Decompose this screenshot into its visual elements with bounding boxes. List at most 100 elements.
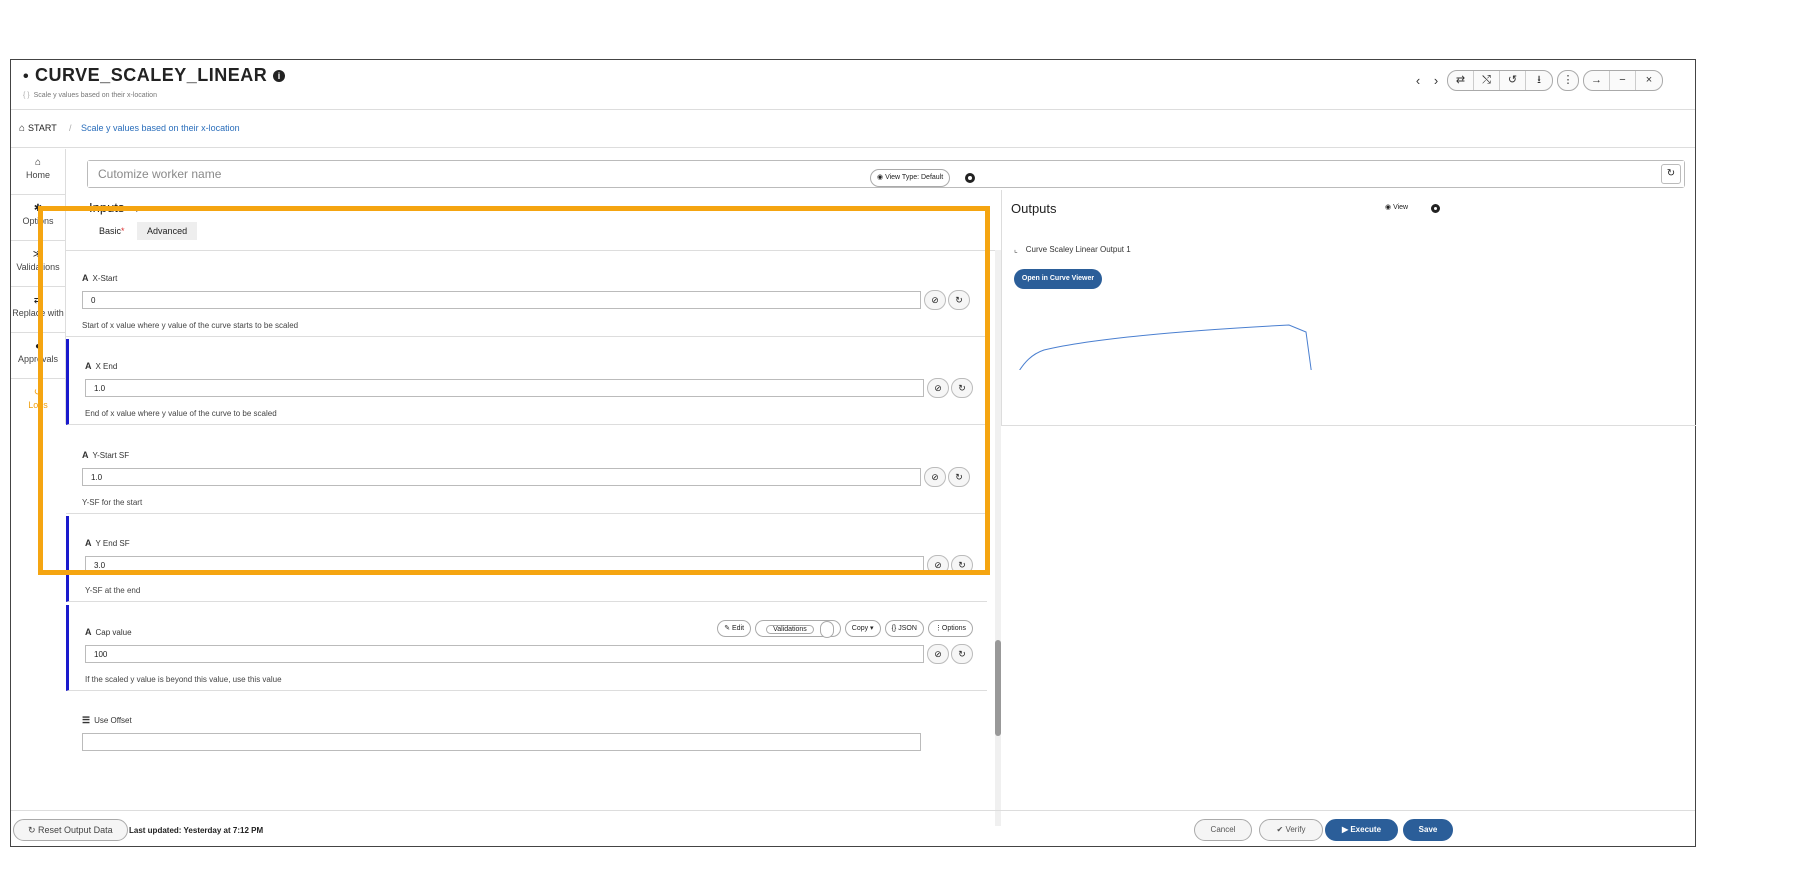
outputs-heading: Outputs: [1011, 201, 1057, 216]
field-x-end: AX End 1.0 ⊘ ↻ End of x value where y va…: [66, 339, 987, 425]
tab-basic[interactable]: Basic*: [89, 222, 135, 240]
attach-icon[interactable]: ⊘: [927, 378, 949, 398]
home-icon: ⌂: [19, 123, 26, 134]
info-icon[interactable]: i: [273, 70, 286, 83]
sidebar-item-validations[interactable]: ≫ Validations: [11, 241, 65, 287]
field-label: AX End: [85, 361, 118, 371]
sidebar-item-approvals[interactable]: ● Approvals: [11, 333, 65, 379]
curve-line: [1019, 324, 1312, 370]
swap-icon: ⇄: [33, 295, 43, 306]
filter-icon[interactable]: ▼: [132, 204, 141, 214]
validations-button[interactable]: Validations 0: [755, 620, 841, 638]
sidebar-item-replace-with[interactable]: ⇄ Replace with: [11, 287, 65, 333]
close-icon[interactable]: ×: [1636, 71, 1662, 90]
reset-output-data-button[interactable]: ↻ Reset Output Data: [13, 819, 128, 841]
curve-preview: [1019, 324, 1312, 370]
sidebar: ⌂ Home ✱ Options ≫ Validations ⇄ Replace wit…: [11, 149, 66, 424]
field-y-end-sf: AY End SF 3.0 ⊘ ↻ Y-SF at the end: [66, 516, 987, 602]
validations-count-badge: 0: [819, 621, 834, 638]
copy-button[interactable]: Copy ▾: [844, 620, 881, 637]
attach-icon[interactable]: ⊘: [927, 555, 949, 575]
refresh-icon[interactable]: ↻: [948, 290, 970, 310]
field-description: If the scaled y value is beyond this val…: [85, 675, 282, 684]
text-type-icon: A: [82, 450, 89, 460]
next-icon[interactable]: ›: [1429, 73, 1443, 88]
inputs-heading: Inputs ▼: [89, 200, 142, 215]
outputs-view-button[interactable]: ◉ View: [1385, 203, 1408, 211]
outputs-settings-icon[interactable]: [1431, 204, 1440, 213]
field-label: ☰ Use Offset: [82, 715, 132, 725]
cancel-button[interactable]: Cancel: [1194, 819, 1252, 841]
field-description: Y-SF at the end: [85, 586, 141, 595]
attach-icon[interactable]: ⊘: [924, 290, 946, 310]
refresh-icon[interactable]: ↻: [951, 555, 973, 575]
prev-icon[interactable]: ‹: [1411, 73, 1425, 88]
refresh-icon[interactable]: ↻: [951, 644, 973, 664]
attach-icon[interactable]: ⊘: [927, 644, 949, 664]
worker-window: • CURVE_SCALEY_LINEAR i { } Scale y values…: [10, 59, 1696, 847]
refresh-icon[interactable]: ↻: [951, 378, 973, 398]
sidebar-item-home[interactable]: ⌂ Home: [11, 149, 65, 195]
field-description: End of x value where y value of the curv…: [85, 409, 277, 418]
inputs-tabs: Basic* Advanced: [89, 222, 198, 244]
user-icon: ●: [34, 341, 42, 352]
scrollbar-thumb[interactable]: [995, 640, 1001, 736]
sidebar-item-options[interactable]: ✱ Options: [11, 195, 65, 241]
line-chart-icon: ⌞: [1014, 245, 1018, 254]
view-type-button[interactable]: ◉ View Type: Default: [870, 169, 951, 187]
open-in-curve-viewer-button[interactable]: Open in Curve Viewer: [1014, 269, 1102, 289]
field-label: A Y-Start SF: [82, 450, 130, 460]
edit-button[interactable]: ✎ Edit: [717, 620, 752, 637]
field-tools: ✎ Edit Validations 0 Copy ▾ {} JSON ⋮Opt…: [713, 620, 973, 638]
field-label: AY End SF: [85, 538, 130, 548]
breadcrumb-current[interactable]: Scale y values based on their x-location: [81, 123, 240, 133]
use-offset-select[interactable]: [82, 733, 921, 751]
list-type-icon: ☰: [82, 715, 91, 725]
field-label: A X-Start: [82, 273, 118, 283]
title-bar: • CURVE_SCALEY_LINEAR i { } Scale y values…: [11, 60, 1695, 110]
x-end-input[interactable]: 1.0: [85, 379, 924, 397]
attach-icon[interactable]: ⊘: [924, 467, 946, 487]
refresh-icon[interactable]: ↻: [1661, 164, 1681, 184]
status-dot: •: [23, 68, 29, 85]
field-description: Start of x value where y value of the cu…: [82, 321, 299, 330]
window-toolbar: ‹ › ⇄ ⤭ ↺ ⭳ ⋮ → − ×: [1411, 70, 1667, 91]
minimize-icon[interactable]: −: [1610, 71, 1636, 90]
output-item[interactable]: ⌞ Curve Scaley Linear Output 1: [1014, 245, 1131, 254]
page-subtitle: { } Scale y values based on their x-locat…: [23, 92, 157, 99]
field-cap-value: A Cap value ✎ Edit Validations 0 Copy ▾ {…: [66, 605, 987, 691]
tab-advanced[interactable]: Advanced: [137, 222, 198, 240]
gear-icon: ✱: [33, 203, 43, 214]
x-start-input[interactable]: 0: [82, 291, 921, 309]
text-type-icon: A: [85, 538, 92, 548]
toolbar-actions: ⇄ ⤭ ↺ ⭳: [1447, 70, 1553, 91]
verify-button[interactable]: ✔ Verify: [1259, 819, 1323, 841]
json-button[interactable]: {} JSON: [884, 620, 924, 637]
download-icon[interactable]: ⭳: [1526, 71, 1552, 90]
check-double-icon: ≫: [32, 249, 44, 260]
arrow-right-icon[interactable]: →: [1584, 71, 1610, 90]
code-icon: { }: [23, 92, 30, 99]
inputs-settings-icon[interactable]: [965, 173, 975, 183]
shuffle-icon[interactable]: ⤭: [1474, 71, 1500, 90]
y-start-sf-input[interactable]: 1.0: [82, 468, 921, 486]
save-button[interactable]: Save: [1403, 819, 1453, 841]
undo-icon[interactable]: ↺: [1500, 71, 1526, 90]
field-x-start: A X-Start 0 ⊘ ↻ Start of x value where y …: [66, 251, 987, 337]
refresh-icon[interactable]: ↻: [948, 467, 970, 487]
swap-icon[interactable]: ⇄: [1448, 71, 1474, 90]
breadcrumb-home[interactable]: ⌂ START: [19, 123, 57, 134]
y-end-sf-input[interactable]: 3.0: [85, 556, 924, 574]
more-icon[interactable]: ⋮: [1558, 71, 1578, 90]
breadcrumb-separator: /: [69, 123, 72, 133]
cap-value-input[interactable]: 100: [85, 645, 924, 663]
sidebar-item-logs[interactable]: ↺ Logs: [11, 379, 65, 425]
field-use-offset: ☰ Use Offset: [66, 693, 987, 779]
breadcrumb: ⌂ START / Scale y values based on their x…: [11, 110, 1695, 148]
execute-button[interactable]: ▶ Execute: [1325, 819, 1398, 841]
field-y-start-sf: A Y-Start SF 1.0 ⊘ ↻ Y-SF for the start: [66, 428, 987, 514]
options-button[interactable]: ⋮Options: [927, 620, 973, 637]
field-label: A Cap value: [85, 627, 132, 637]
toolbar-menu: ⋮: [1557, 70, 1579, 91]
text-type-icon: A: [85, 361, 92, 371]
